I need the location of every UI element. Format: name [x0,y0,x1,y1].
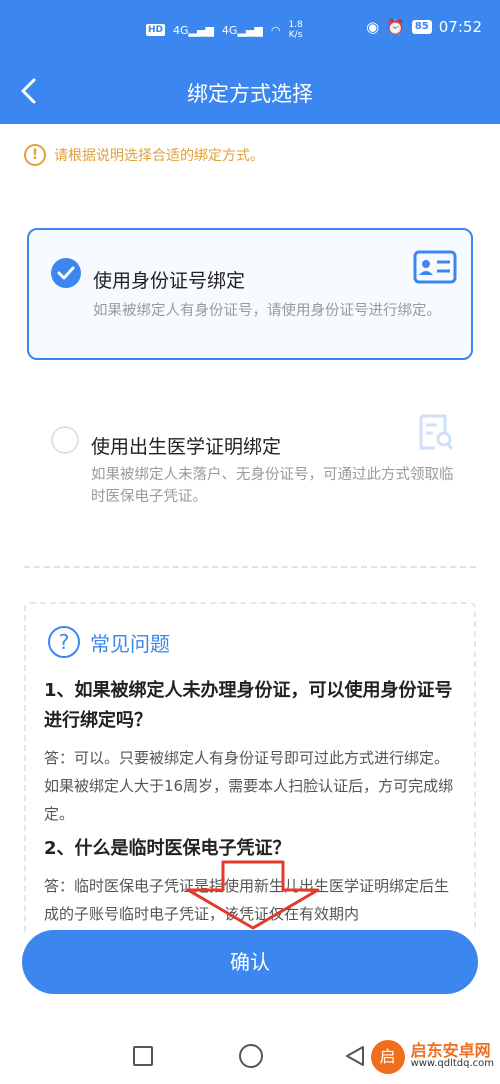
faq-header: ? 常见问题 [48,626,170,658]
watermark: 启 启东安卓网 www.qdltdq.com [370,1040,494,1074]
id-card-icon [413,250,457,284]
question-icon: ? [48,626,80,658]
watermark-logo-icon: 启 [370,1040,405,1074]
watermark-name: 启东安卓网 [410,1041,491,1060]
signal-icon-2: 4G▂▄▆ [221,23,263,37]
notice-text: 请根据说明选择合适的绑定方式。 [54,148,264,164]
battery-indicator: 85 [411,20,432,34]
check-icon [57,266,75,280]
radio-unchecked[interactable] [51,426,79,454]
watermark-url: www.qdltdq.com [410,1058,494,1069]
app-header: HD 4G▂▄▆ 4G▂▄▆ ◠ 1.8 K/s ◉ ⏰ 85 07:52 绑定… [0,0,500,124]
speed-unit: K/s [288,30,303,40]
status-bar: HD 4G▂▄▆ 4G▂▄▆ ◠ 1.8 K/s ◉ ⏰ 85 07:52 [0,14,500,44]
watermark-text: 启东安卓网 www.qdltdq.com [410,1041,494,1070]
recent-apps-icon[interactable] [133,1046,153,1066]
back-triangle-icon[interactable] [343,1044,367,1068]
alarm-icon: ⏰ [386,18,405,36]
signal-icon: 4G▂▄▆ [173,23,214,37]
time: 07:52 [438,18,482,36]
speed-value: 1.8 [288,20,303,30]
home-icon[interactable] [239,1044,263,1068]
divider [24,566,476,568]
eye-icon: ◉ [366,18,380,36]
navigation-bar: 绑定方式选择 [0,62,500,122]
faq-question: 1、如果被绑定人未办理身份证，可以使用身份证号进行绑定吗？ [44,680,453,731]
annotation-arrow-icon [186,860,320,930]
page-title: 绑定方式选择 [187,82,313,106]
warning-icon: ! [24,144,46,166]
option-description: 如果被绑定人有身份证号，请使用身份证号进行绑定。 [93,303,441,319]
radio-checked[interactable] [51,258,81,288]
certificate-icon [419,414,454,450]
option-title: 使用身份证号绑定 [93,270,246,292]
option-title: 使用出生医学证明绑定 [91,436,282,458]
network-speed: 1.8 K/s [288,20,302,40]
option-birth-certificate[interactable]: 使用出生医学证明绑定 如果被绑定人未落户、无身份证号，可通过此方式领取临时医保电… [27,408,473,528]
status-bar-network: HD 4G▂▄▆ 4G▂▄▆ ◠ 1.8 K/s [146,20,303,40]
option-description: 如果被绑定人未落户、无身份证号，可通过此方式领取临时医保电子凭证。 [91,467,454,505]
confirm-button[interactable]: 确认 [22,930,478,994]
hd-badge: HD [146,24,166,36]
notice-banner: ! 请根据说明选择合适的绑定方式。 [24,144,264,166]
faq-title: 常见问题 [90,631,170,656]
faq-answer: 答：可以。只要被绑定人有身份证号即可过此方式进行绑定。如果被绑定人大于16周岁，… [44,749,454,823]
status-bar-right: ◉ ⏰ 85 07:52 [366,18,482,36]
option-id-card[interactable]: 使用身份证号绑定 如果被绑定人有身份证号，请使用身份证号进行绑定。 [27,228,473,360]
wifi-icon: ◠ [270,23,281,37]
